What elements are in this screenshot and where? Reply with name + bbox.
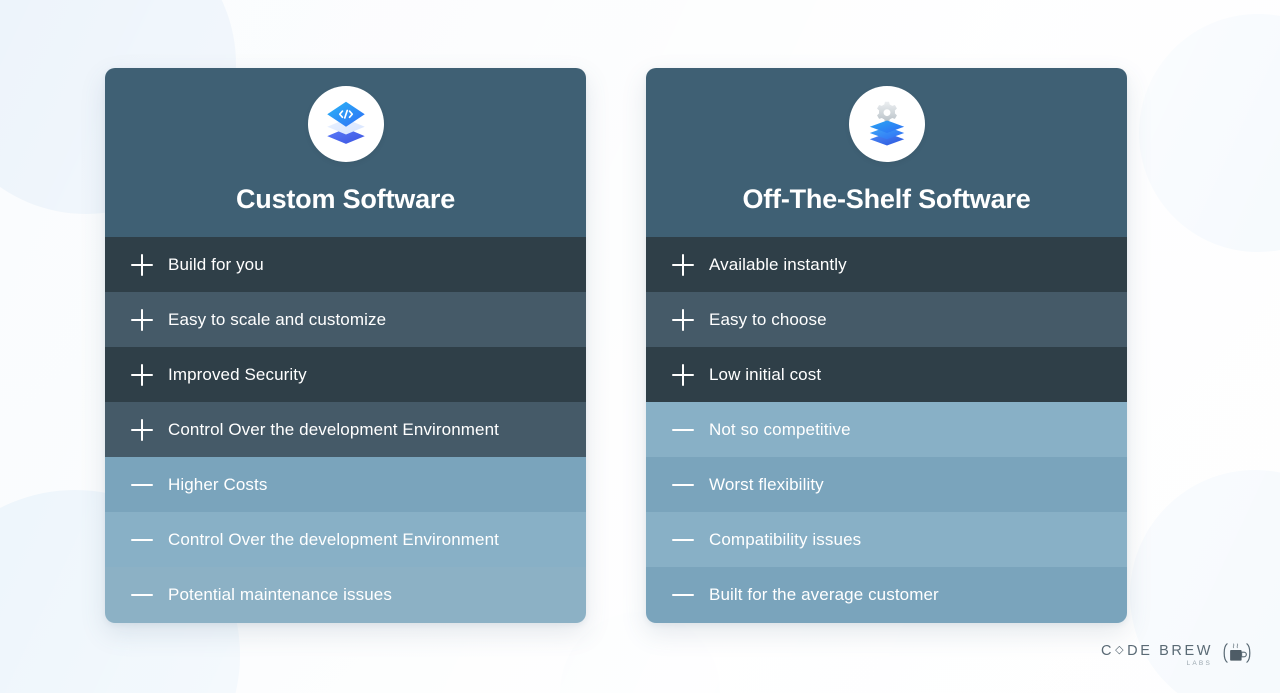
list-item[interactable]: Control Over the development Environment bbox=[105, 402, 586, 458]
list-item[interactable]: Higher Costs bbox=[105, 457, 586, 513]
list-item[interactable]: Low initial cost bbox=[646, 347, 1127, 403]
list-item[interactable]: Compatibility issues bbox=[646, 512, 1127, 568]
list-item[interactable]: Build for you bbox=[105, 237, 586, 293]
list-item-label: Control Over the development Environment bbox=[168, 419, 499, 439]
list-item-label: Available instantly bbox=[709, 254, 847, 274]
plus-icon bbox=[670, 362, 696, 388]
brand-name-after: DE BREW bbox=[1127, 642, 1213, 659]
minus-icon bbox=[129, 582, 155, 608]
card-header-off-the-shelf-software: Off-The-Shelf Software bbox=[646, 68, 1127, 238]
minus-icon bbox=[670, 417, 696, 443]
plus-icon bbox=[129, 362, 155, 388]
list-item[interactable]: Easy to scale and customize bbox=[105, 292, 586, 348]
brand-wordmark: C ◇ DE BREW LABS bbox=[1100, 642, 1213, 668]
card-title-off-the-shelf-software: Off-The-Shelf Software bbox=[742, 184, 1031, 214]
list-item[interactable]: Easy to choose bbox=[646, 292, 1127, 348]
list-item-label: Higher Costs bbox=[168, 474, 268, 494]
brand-name: C ◇ DE BREW bbox=[1100, 642, 1213, 659]
card-off-the-shelf-software: Off-The-Shelf Software Available instant… bbox=[646, 68, 1127, 624]
list-item-label: Control Over the development Environment bbox=[168, 529, 499, 549]
comparison-board: Custom Software Build for you Easy to sc… bbox=[0, 0, 1280, 693]
diamond-icon: ◇ bbox=[1115, 644, 1127, 657]
plus-icon bbox=[129, 307, 155, 333]
card-custom-software: Custom Software Build for you Easy to sc… bbox=[105, 68, 586, 624]
brand-name-before: C bbox=[1100, 642, 1115, 659]
minus-icon bbox=[129, 472, 155, 498]
plus-icon bbox=[670, 252, 696, 278]
list-item[interactable]: Worst flexibility bbox=[646, 457, 1127, 513]
plus-icon bbox=[129, 252, 155, 278]
plus-icon bbox=[670, 307, 696, 333]
list-item[interactable]: Built for the average customer bbox=[646, 567, 1127, 624]
list-item-label: Compatibility issues bbox=[709, 529, 862, 549]
brand-subtitle: LABS bbox=[1186, 660, 1212, 667]
feature-list-custom-software: Build for you Easy to scale and customiz… bbox=[105, 237, 586, 624]
minus-icon bbox=[670, 472, 696, 498]
list-item-label: Build for you bbox=[168, 254, 264, 274]
list-item[interactable]: Control Over the development Environment bbox=[105, 512, 586, 568]
icon-badge-off-the-shelf-software bbox=[848, 86, 925, 162]
icon-badge-custom-software bbox=[307, 86, 384, 162]
plus-icon bbox=[129, 417, 155, 443]
list-item[interactable]: Not so competitive bbox=[646, 402, 1127, 458]
list-item[interactable]: Improved Security bbox=[105, 347, 586, 403]
list-item-label: Built for the average customer bbox=[709, 585, 939, 605]
card-title-custom-software: Custom Software bbox=[235, 184, 456, 214]
brand-logo: C ◇ DE BREW LABS bbox=[1101, 640, 1254, 671]
list-item-label: Worst flexibility bbox=[709, 474, 824, 494]
list-item[interactable]: Potential maintenance issues bbox=[105, 567, 586, 624]
list-item[interactable]: Available instantly bbox=[646, 237, 1127, 293]
feature-list-off-the-shelf-software: Available instantly Easy to choose Low i… bbox=[646, 237, 1127, 624]
layers-gear-icon bbox=[862, 97, 912, 152]
minus-icon bbox=[129, 527, 155, 553]
list-item-label: Not so competitive bbox=[709, 419, 851, 439]
minus-icon bbox=[670, 582, 696, 608]
list-item-label: Improved Security bbox=[168, 364, 307, 384]
list-item-label: Potential maintenance issues bbox=[168, 585, 392, 605]
layers-code-icon bbox=[321, 97, 371, 152]
list-item-label: Easy to choose bbox=[709, 309, 827, 329]
minus-icon bbox=[670, 527, 696, 553]
card-header-custom-software: Custom Software bbox=[105, 68, 586, 238]
list-item-label: Low initial cost bbox=[709, 364, 822, 384]
coffee-cup-icon bbox=[1220, 640, 1254, 671]
list-item-label: Easy to scale and customize bbox=[168, 309, 387, 329]
